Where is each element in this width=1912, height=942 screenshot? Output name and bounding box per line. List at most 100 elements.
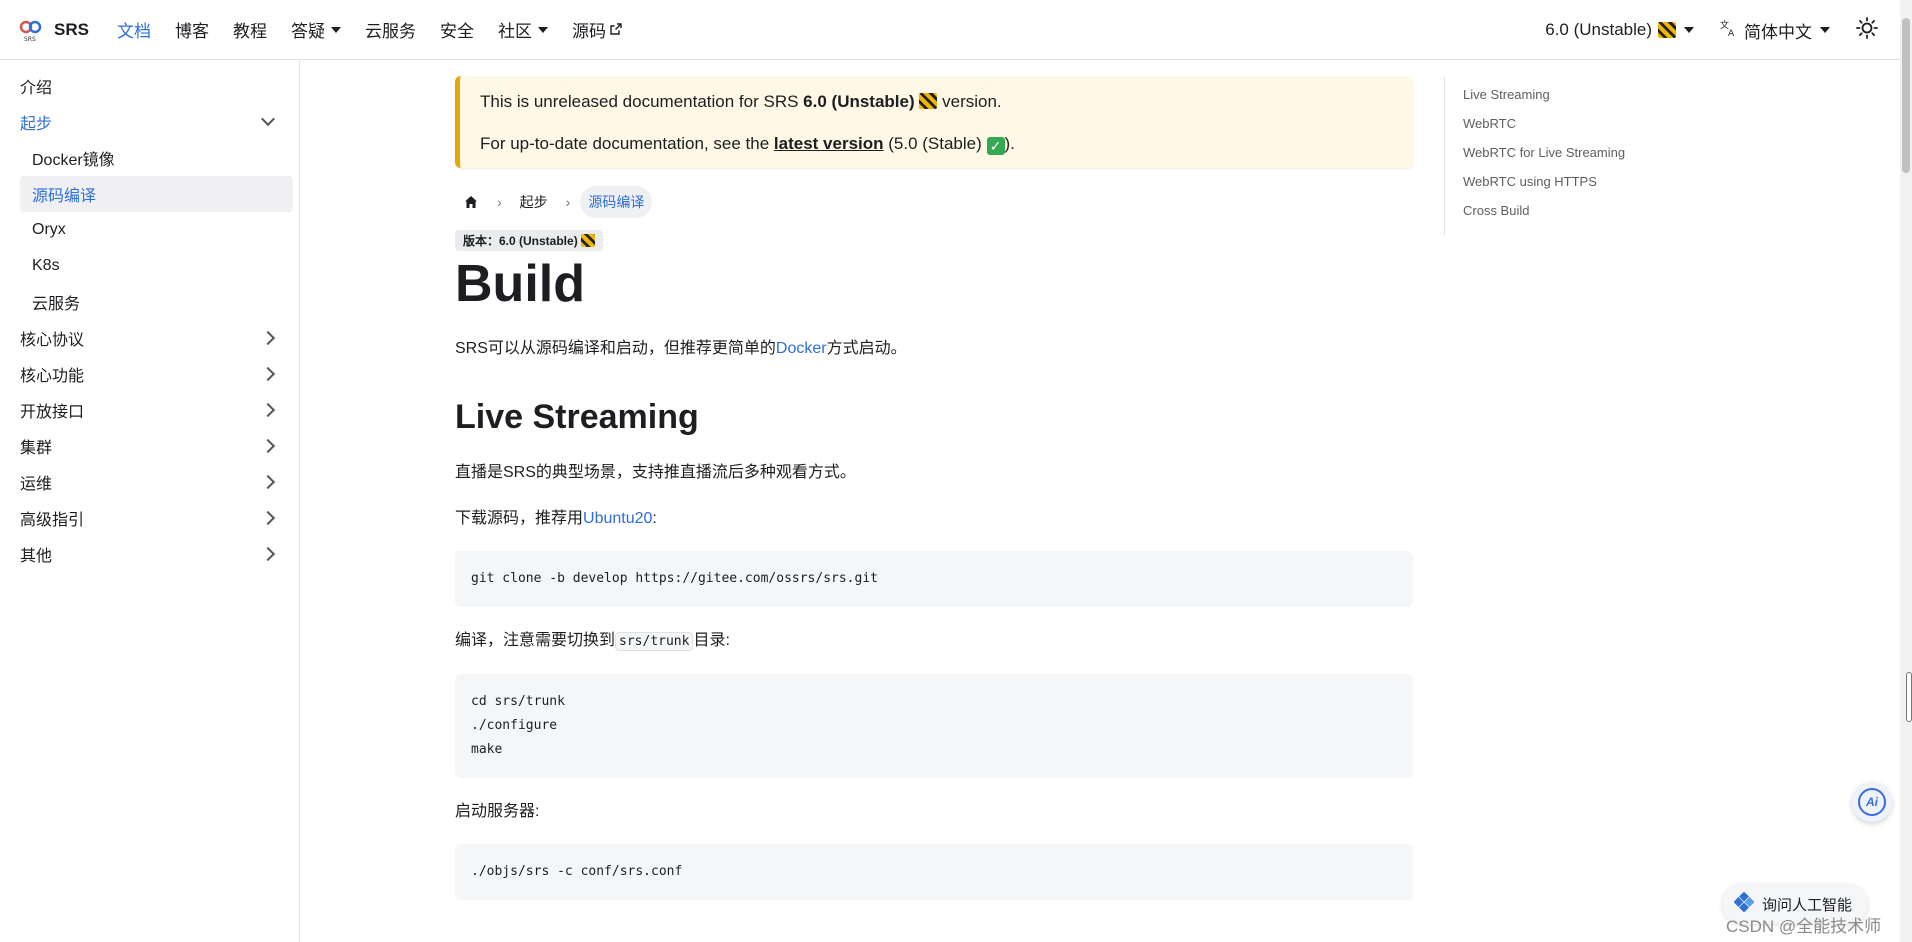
nav-link[interactable]: 社区 <box>498 17 548 42</box>
language-label: 简体中文 <box>1744 22 1812 42</box>
notice-text: ). <box>1004 134 1015 153</box>
sidebar-subitem[interactable]: 源码编译 <box>20 176 293 212</box>
code-block-build[interactable]: cd srs/trunk ./configure make <box>455 674 1413 778</box>
code-line: make <box>471 742 503 757</box>
construction-icon <box>581 234 596 247</box>
toc-link[interactable]: WebRTC using HTTPS <box>1463 171 1664 200</box>
srs-logo-icon: SRS <box>18 17 44 43</box>
chevron-right-icon[interactable] <box>260 366 276 382</box>
sidebar-item[interactable]: 起步 <box>0 104 299 140</box>
construction-icon <box>1658 22 1676 38</box>
sidebar-item-label: 云服务 <box>32 296 81 313</box>
code-line: ./configure <box>471 718 558 733</box>
download-paragraph: 下载源码，推荐用Ubuntu20: <box>455 507 1413 531</box>
sidebar-item-label: 运维 <box>20 476 53 493</box>
sidebar-subitem[interactable]: Docker镜像 <box>20 140 293 176</box>
nav-link[interactable]: 云服务 <box>365 17 416 42</box>
breadcrumb-separator-icon: › <box>565 194 571 210</box>
sidebar-item-label: 核心协议 <box>20 332 85 349</box>
nav-link-label: 安全 <box>439 22 474 41</box>
download-text: : <box>652 510 657 527</box>
check-mark-icon: ✓ <box>986 137 1005 155</box>
download-text: 下载源码，推荐用 <box>455 510 584 527</box>
code-line: git clone -b develop https://gitee.com/o… <box>471 571 878 586</box>
home-icon[interactable] <box>455 186 487 218</box>
language-dropdown[interactable]: 文A 简体中文 <box>1720 18 1830 43</box>
sidebar-item-label: Docker镜像 <box>32 152 115 169</box>
sidebar-subitem[interactable]: K8s <box>20 248 293 284</box>
sidebar-item[interactable]: 集群 <box>0 428 299 464</box>
compile-text: 目录: <box>693 632 730 649</box>
sidebar-item[interactable]: 开放接口 <box>0 392 299 428</box>
toc-link[interactable]: WebRTC <box>1463 113 1664 142</box>
svg-text:A: A <box>1728 29 1735 37</box>
nav-link[interactable]: 安全 <box>440 17 474 42</box>
navbar-right: 6.0 (Unstable) 文A 简体中文 <box>1545 0 1900 60</box>
notice-version: 6.0 (Unstable) <box>803 92 915 111</box>
unreleased-notice: This is unreleased documentation for SRS… <box>455 76 1413 168</box>
code-block-start[interactable]: ./objs/srs -c conf/srs.conf <box>455 844 1413 900</box>
doc-content: This is unreleased documentation for SRS… <box>455 76 1413 900</box>
nav-link-label: 云服务 <box>364 22 416 41</box>
intro-text: SRS可以从源码编译和启动，但推荐更简单的 <box>455 340 776 357</box>
sidebar-item[interactable]: 高级指引 <box>0 500 299 536</box>
nav-link[interactable]: 博客 <box>175 17 209 42</box>
side-handle[interactable] <box>1906 672 1912 722</box>
chevron-right-icon[interactable] <box>260 510 276 526</box>
version-dropdown[interactable]: 6.0 (Unstable) <box>1545 20 1694 40</box>
notice-text: (5.0 (Stable) <box>883 134 987 153</box>
ubuntu-link[interactable]: Ubuntu20 <box>583 510 652 527</box>
sidebar-item-label: 介绍 <box>20 80 53 97</box>
latest-version-link[interactable]: latest version <box>774 134 884 153</box>
sidebar-item[interactable]: 核心协议 <box>0 320 299 356</box>
docker-link[interactable]: Docker <box>776 340 827 357</box>
nav-link-label: 答疑 <box>290 22 325 41</box>
page-scrollbar[interactable] <box>1900 0 1912 942</box>
sidebar-item-label: Oryx <box>32 221 66 238</box>
watermark: CSDN @全能技术师 <box>1726 917 1882 936</box>
chevron-down-icon <box>537 26 548 33</box>
code-line: cd srs/trunk <box>471 694 565 709</box>
breadcrumb: › 起步 › 源码编译 <box>455 186 1413 218</box>
sidebar-item-label: 起步 <box>20 116 53 133</box>
breadcrumb-item[interactable]: 起步 <box>512 186 556 218</box>
chevron-right-icon[interactable] <box>260 330 276 346</box>
chevron-right-icon[interactable] <box>260 438 276 454</box>
sidebar-subitem[interactable]: 云服务 <box>20 284 293 320</box>
sidebar-item[interactable]: 介绍 <box>0 68 299 104</box>
sidebar-item[interactable]: 其他 <box>0 536 299 572</box>
nav-link-label: 博客 <box>174 22 209 41</box>
chevron-right-icon[interactable] <box>260 402 276 418</box>
nav-link[interactable]: 教程 <box>233 17 267 42</box>
chevron-right-icon[interactable] <box>260 474 276 490</box>
sidebar-subitem[interactable]: Oryx <box>20 212 293 248</box>
code-line: ./objs/srs -c conf/srs.conf <box>471 864 683 879</box>
ai-assistant-button[interactable]: Ai <box>1852 782 1892 822</box>
scrollbar-thumb[interactable] <box>1902 18 1910 173</box>
code-block-clone[interactable]: git clone -b develop https://gitee.com/o… <box>455 551 1413 607</box>
breadcrumb-separator-icon: › <box>497 194 502 210</box>
nav-link-label: 社区 <box>497 22 532 41</box>
nav-link[interactable]: 源码 <box>572 17 622 42</box>
nav-link[interactable]: 答疑 <box>291 17 341 42</box>
page-title: Build <box>455 255 585 313</box>
notice-text: version. <box>937 92 1002 111</box>
sidebar-item[interactable]: 核心功能 <box>0 356 299 392</box>
notice-text: For up-to-date documentation, see the <box>480 134 774 153</box>
chevron-right-icon[interactable] <box>260 546 276 562</box>
docs-sidebar: 介绍起步 Docker镜像源码编译 Oryx K8s 云服务核心协议核心功能 开放接口 集群… <box>0 60 300 942</box>
start-label: 启动服务器: <box>455 803 540 820</box>
sun-icon <box>1856 16 1878 44</box>
brand-link[interactable]: SRS SRS <box>18 17 89 43</box>
chevron-down-icon <box>330 26 341 33</box>
inline-code: srs/trunk <box>615 632 694 651</box>
sidebar-item[interactable]: 运维 <box>0 464 299 500</box>
theme-toggle-button[interactable] <box>1856 16 1878 44</box>
toc-link[interactable]: WebRTC for Live Streaming <box>1463 142 1664 171</box>
nav-link[interactable]: 文档 <box>117 17 151 42</box>
translate-icon: 文A <box>1720 19 1738 42</box>
svg-text:SRS: SRS <box>24 36 36 43</box>
toc-link[interactable]: Live Streaming <box>1463 84 1664 113</box>
chevron-down-icon[interactable] <box>260 111 276 127</box>
toc-link[interactable]: Cross Build <box>1463 200 1664 229</box>
